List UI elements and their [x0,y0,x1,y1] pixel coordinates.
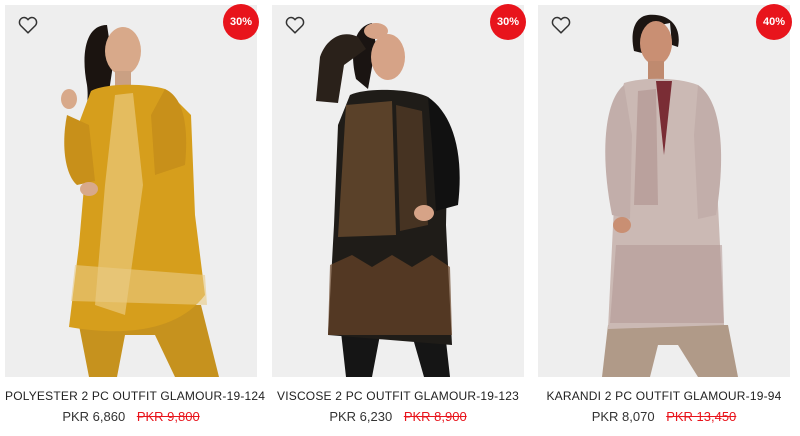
product-image[interactable] [538,5,790,377]
original-price: PKR 13,450 [666,409,737,424]
original-price: PKR 8,900 [403,409,467,424]
discount-badge: 30% [223,4,259,40]
product-image[interactable] [5,5,257,377]
product-card[interactable]: 40% KARANDI 2 PC OUTFIT GLAMOUR-19-94 PK… [538,0,792,436]
product-image[interactable] [272,5,524,377]
product-card[interactable]: 30% VISCOSE 2 PC OUTFIT GLAMOUR-19-123 P… [272,0,526,436]
product-prices: PKR 6,230 PKR 8,900 [272,409,524,424]
product-prices: PKR 6,860 PKR 9,800 [5,409,257,424]
heart-outline-icon[interactable] [17,14,39,36]
product-title[interactable]: VISCOSE 2 PC OUTFIT GLAMOUR-19-123 [272,389,524,403]
discount-badge: 40% [756,4,792,40]
product-title[interactable]: POLYESTER 2 PC OUTFIT GLAMOUR-19-124 [5,389,265,403]
current-price: PKR 8,070 [591,409,655,424]
product-prices: PKR 8,070 PKR 13,450 [538,409,790,424]
current-price: PKR 6,230 [329,409,393,424]
product-grid: 30% POLYESTER 2 PC OUTFIT GLAMOUR-19-124… [0,0,800,436]
original-price: PKR 9,800 [136,409,200,424]
heart-outline-icon[interactable] [284,14,306,36]
heart-outline-icon[interactable] [550,14,572,36]
current-price: PKR 6,860 [62,409,126,424]
discount-badge: 30% [490,4,526,40]
product-title[interactable]: KARANDI 2 PC OUTFIT GLAMOUR-19-94 [538,389,790,403]
product-card[interactable]: 30% POLYESTER 2 PC OUTFIT GLAMOUR-19-124… [5,0,265,436]
